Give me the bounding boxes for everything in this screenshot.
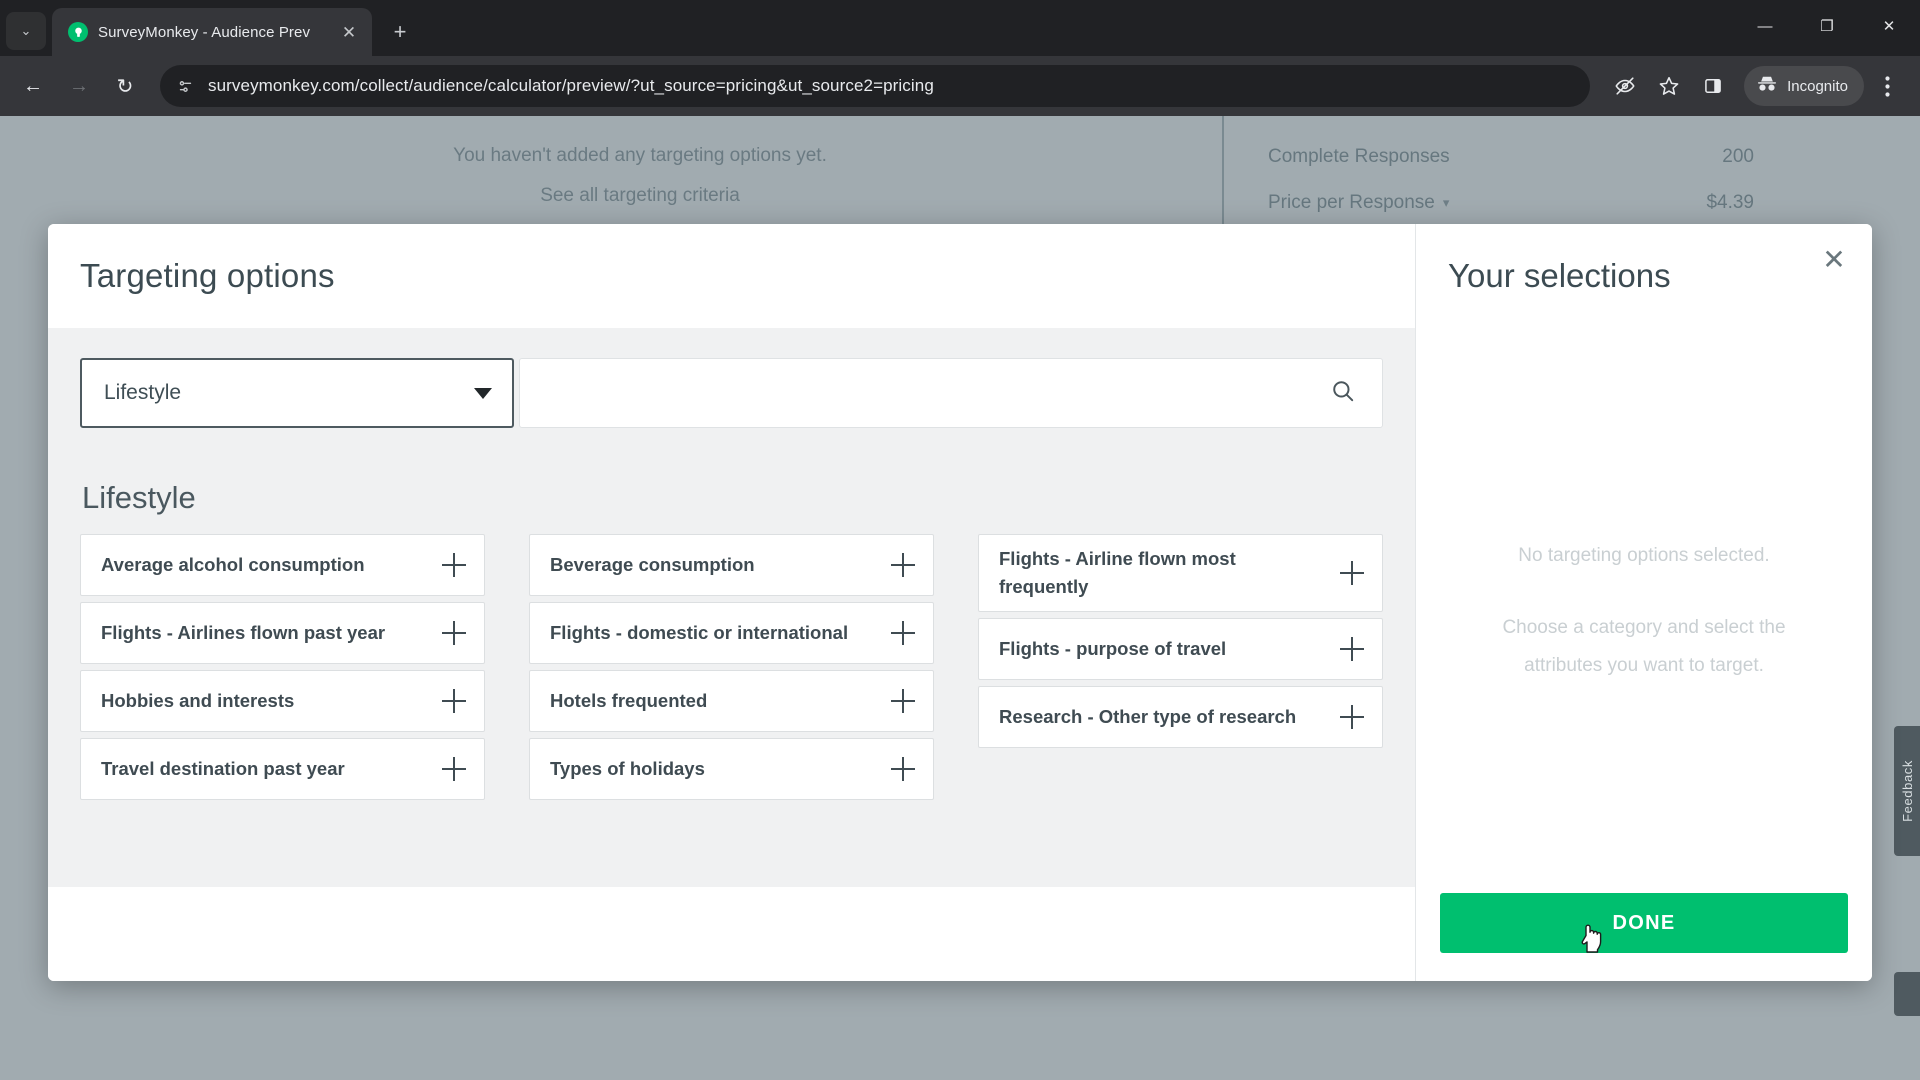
maximize-icon[interactable]: ❐: [1796, 0, 1858, 52]
option-card[interactable]: Hotels frequented: [529, 670, 934, 732]
option-card[interactable]: Types of holidays: [529, 738, 934, 800]
kebab-menu-icon[interactable]: [1866, 65, 1908, 107]
options-column-3: Flights - Airline flown most frequently …: [978, 534, 1383, 800]
option-card[interactable]: Flights - domestic or international: [529, 602, 934, 664]
close-icon[interactable]: ✕: [336, 19, 362, 45]
incognito-indicator[interactable]: Incognito: [1744, 66, 1864, 106]
address-bar[interactable]: surveymonkey.com/collect/audience/calcul…: [160, 65, 1591, 107]
browser-window: ⌄ SurveyMonkey - Audience Prev ✕ + — ❐ ✕…: [0, 0, 1920, 1080]
option-card[interactable]: Flights - Airlines flown past year: [80, 602, 485, 664]
option-label: Beverage consumption: [550, 554, 755, 576]
done-button[interactable]: DONE: [1440, 893, 1848, 953]
modal-main-panel: Targeting options Lifestyle Lifestyle Av…: [48, 224, 1416, 981]
option-card[interactable]: Travel destination past year: [80, 738, 485, 800]
option-label: Types of holidays: [550, 758, 705, 780]
option-label: Flights - domestic or international: [550, 622, 849, 644]
forward-icon[interactable]: →: [58, 65, 100, 107]
tab-search-button[interactable]: ⌄: [6, 12, 46, 50]
category-select[interactable]: Lifestyle: [80, 358, 514, 428]
back-icon[interactable]: ←: [12, 65, 54, 107]
surveymonkey-logo-icon: [68, 22, 88, 42]
plus-icon[interactable]: [442, 689, 466, 713]
tab-strip: ⌄ SurveyMonkey - Audience Prev ✕ + — ❐ ✕: [0, 0, 1920, 56]
option-label: Flights - purpose of travel: [999, 637, 1227, 659]
page-title: Targeting options: [80, 257, 335, 294]
search-icon: [1330, 378, 1356, 409]
section-title: Lifestyle: [82, 480, 196, 515]
reload-icon[interactable]: ↻: [104, 65, 146, 107]
option-card[interactable]: Research - Other type of research: [978, 685, 1383, 748]
eye-slash-icon[interactable]: [1604, 65, 1646, 107]
feedback-tab-label: Feedback: [1899, 760, 1915, 822]
browser-toolbar: ← → ↻ surveymonkey.com/collect/audience/…: [0, 56, 1920, 116]
option-card[interactable]: Flights - Airline flown most frequently: [978, 534, 1383, 612]
caret-down-icon: [474, 387, 492, 399]
feedback-tab[interactable]: Feedback: [1894, 726, 1920, 856]
search-input[interactable]: [519, 358, 1383, 428]
option-card[interactable]: Beverage consumption: [529, 534, 934, 596]
plus-icon[interactable]: [1340, 560, 1364, 585]
incognito-icon: [1756, 75, 1778, 97]
selections-empty-primary: No targeting options selected.: [1518, 544, 1770, 566]
browser-tab[interactable]: SurveyMonkey - Audience Prev ✕: [52, 8, 372, 56]
selections-footer: DONE: [1416, 893, 1872, 981]
plus-icon[interactable]: [442, 553, 466, 577]
tab-title: SurveyMonkey - Audience Prev: [98, 23, 311, 41]
option-label: Average alcohol consumption: [101, 554, 365, 576]
window-close-icon[interactable]: ✕: [1858, 0, 1920, 52]
option-card[interactable]: Hobbies and interests: [80, 670, 485, 732]
option-label: Flights - Airlines flown past year: [101, 622, 386, 644]
option-card[interactable]: Flights - purpose of travel: [978, 617, 1383, 680]
selections-empty-secondary: Choose a category and select the attribu…: [1502, 616, 1786, 676]
plus-icon[interactable]: [891, 757, 915, 781]
modal-footer: [48, 887, 1415, 981]
modal-body: Lifestyle Lifestyle Average alcohol cons…: [48, 328, 1415, 887]
plus-icon[interactable]: [891, 553, 915, 577]
close-icon[interactable]: ✕: [1816, 242, 1852, 278]
option-label: Hobbies and interests: [101, 690, 295, 712]
chevron-down-icon: ⌄: [20, 23, 32, 38]
selections-title: Your selections: [1448, 257, 1671, 294]
star-icon[interactable]: [1648, 65, 1690, 107]
options-grid: Average alcohol consumption Flights - Ai…: [80, 534, 1383, 800]
toolbar-actions: Incognito: [1604, 65, 1908, 107]
selections-empty-state: No targeting options selected. Choose a …: [1416, 328, 1872, 893]
feedback-tab-secondary[interactable]: [1894, 972, 1920, 1016]
minimize-icon[interactable]: —: [1734, 0, 1796, 52]
incognito-label: Incognito: [1787, 77, 1848, 95]
plus-icon[interactable]: [1340, 636, 1364, 661]
modal-header: Targeting options: [48, 224, 1415, 328]
options-column-2: Beverage consumption Flights - domestic …: [529, 534, 934, 800]
targeting-options-modal: Targeting options Lifestyle Lifestyle Av…: [48, 224, 1872, 981]
side-panel-icon[interactable]: [1692, 65, 1734, 107]
your-selections-panel: ✕ Your selections No targeting options s…: [1416, 224, 1872, 981]
plus-icon[interactable]: [442, 757, 466, 781]
plus-icon[interactable]: [1340, 704, 1364, 729]
plus-icon[interactable]: [891, 689, 915, 713]
filter-controls: Lifestyle: [80, 358, 1383, 428]
selections-header: Your selections: [1416, 224, 1872, 328]
option-label: Flights - Airline flown most frequently: [999, 548, 1236, 597]
page-info-icon[interactable]: [174, 75, 196, 97]
category-select-value: Lifestyle: [104, 381, 182, 404]
options-column-1: Average alcohol consumption Flights - Ai…: [80, 534, 485, 800]
option-label: Travel destination past year: [101, 758, 345, 780]
window-controls: — ❐ ✕: [1734, 0, 1920, 52]
option-label: Hotels frequented: [550, 690, 708, 712]
option-label: Research - Other type of research: [999, 705, 1297, 727]
plus-icon[interactable]: [442, 621, 466, 645]
option-card[interactable]: Average alcohol consumption: [80, 534, 485, 596]
new-tab-button[interactable]: +: [382, 14, 418, 50]
url-text: surveymonkey.com/collect/audience/calcul…: [208, 76, 934, 95]
plus-icon[interactable]: [891, 621, 915, 645]
